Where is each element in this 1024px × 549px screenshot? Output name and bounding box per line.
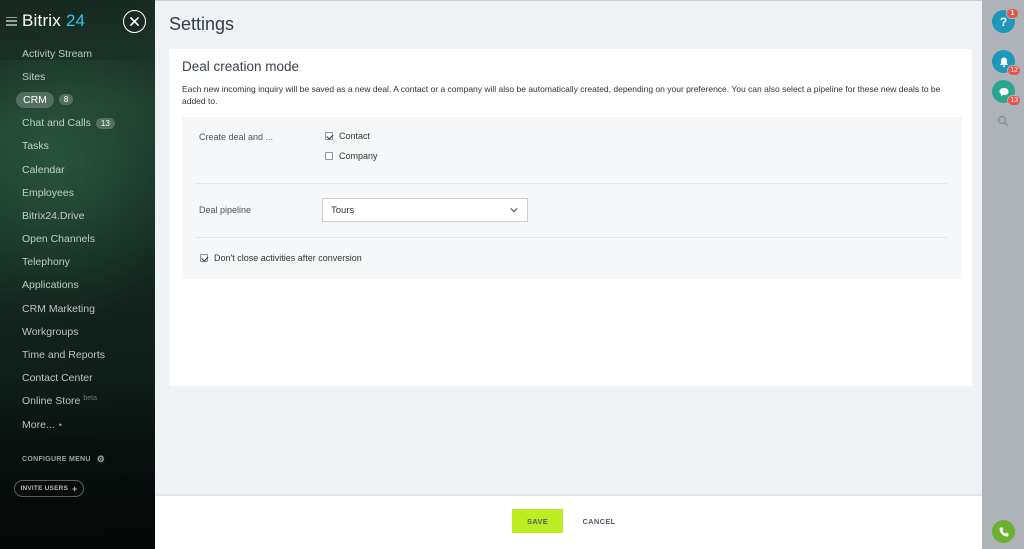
chevron-down-icon xyxy=(510,207,518,213)
beta-tag: beta xyxy=(83,394,97,402)
sidebar-item-time-and-reports[interactable]: Time and Reports xyxy=(0,343,155,366)
chat-button[interactable]: 13 xyxy=(992,80,1021,106)
save-button[interactable]: SAVE xyxy=(512,509,563,533)
sidebar-item-label: Applications xyxy=(22,279,79,292)
sidebar-item-label: Activity Stream xyxy=(22,47,93,60)
sidebar-item-label: CRM xyxy=(16,91,54,108)
plus-icon: + xyxy=(72,483,78,494)
sidebar-item-label: Time and Reports xyxy=(22,349,106,362)
help-button[interactable]: ? 1 xyxy=(992,8,1019,33)
sidebar-item-label: Employees xyxy=(22,186,74,199)
sidebar-item-open-channels[interactable]: Open Channels xyxy=(0,228,155,251)
sidebar-item-telephony[interactable]: Telephony xyxy=(0,251,155,274)
sidebar-menu: Activity Stream Sites CRM 8 Chat and Cal… xyxy=(0,42,155,436)
sidebar-item-activity-stream[interactable]: Activity Stream xyxy=(0,42,155,65)
sidebar-item-employees[interactable]: Employees xyxy=(0,181,155,204)
section-title: Deal creation mode xyxy=(182,59,300,74)
sidebar-item-contact-center[interactable]: Contact Center xyxy=(0,367,155,390)
sidebar-item-tasks[interactable]: Tasks xyxy=(0,135,155,158)
sidebar-item-label: Telephony xyxy=(22,256,70,269)
invite-users-button[interactable]: INVITE USERS + xyxy=(14,480,84,497)
invite-users-label: INVITE USERS xyxy=(20,485,69,492)
form-divider xyxy=(195,183,947,184)
form-divider xyxy=(195,237,947,238)
notifications-button[interactable]: 12 xyxy=(992,50,1021,76)
sidebar-item-online-store[interactable]: Online Store beta xyxy=(0,390,155,413)
brand-logo[interactable]: Bitrix 24 xyxy=(6,11,85,31)
dont-close-label: Don't close activities after conversion xyxy=(214,253,362,263)
sidebar-item-label: More... xyxy=(22,418,55,431)
brand-number: 24 xyxy=(65,11,85,30)
deal-pipeline-label: Deal pipeline xyxy=(199,205,252,215)
phone-icon xyxy=(999,527,1008,536)
sidebar-item-sites[interactable]: Sites xyxy=(0,65,155,88)
dont-close-checkbox[interactable] xyxy=(200,254,208,262)
menu-burger-icon[interactable] xyxy=(6,16,17,26)
footer-bar: SAVE CANCEL xyxy=(155,495,982,549)
crm-counter-badge: 8 xyxy=(58,94,74,106)
gear-icon: ⚙ xyxy=(96,454,106,464)
sidebar-item-label: Chat and Calls xyxy=(22,117,91,130)
sidebar-item-label: Bitrix24.Drive xyxy=(22,209,85,222)
sidebar-item-crm[interactable]: CRM 8 xyxy=(0,88,155,111)
close-slider-button[interactable] xyxy=(123,10,146,33)
deal-pipeline-value: Tours xyxy=(331,204,355,216)
create-deal-label: Create deal and ... xyxy=(199,132,274,142)
section-description: Each new incoming inquiry will be saved … xyxy=(182,84,941,106)
close-icon xyxy=(130,17,139,26)
notifications-badge: 12 xyxy=(1007,65,1021,76)
sidebar-item-label: Tasks xyxy=(22,140,49,153)
deal-pipeline-select[interactable]: Tours xyxy=(322,198,528,222)
brand-name: Bitrix xyxy=(22,11,61,30)
settings-panel: Settings Deal creation mode Each new inc… xyxy=(155,0,982,549)
configure-menu-label: CONFIGURE MENU xyxy=(22,456,91,463)
contact-checkbox[interactable] xyxy=(325,132,333,140)
sidebar-item-label: Sites xyxy=(22,70,46,83)
sidebar-item-label: Workgroups xyxy=(22,325,79,338)
sidebar-item-label: Open Channels xyxy=(22,233,95,246)
phone-button[interactable] xyxy=(992,520,1015,543)
sidebar-item-calendar[interactable]: Calendar xyxy=(0,158,155,181)
sidebar-item-chat-and-calls[interactable]: Chat and Calls 13 xyxy=(0,112,155,135)
sidebar-item-applications[interactable]: Applications xyxy=(0,274,155,297)
page-title: Settings xyxy=(169,14,235,34)
sidebar-item-label: Online Store xyxy=(22,395,81,408)
right-rail: ? 1 12 13 xyxy=(982,0,1024,549)
sidebar-item-crm-marketing[interactable]: CRM Marketing xyxy=(0,297,155,320)
sidebar-item-label: CRM Marketing xyxy=(22,302,95,315)
cancel-button[interactable]: CANCEL xyxy=(579,509,619,533)
contact-checkbox-label: Contact xyxy=(339,131,371,141)
sidebar-item-workgroups[interactable]: Workgroups xyxy=(0,320,155,343)
dont-close-checkbox-row[interactable]: Don't close activities after conversion xyxy=(200,253,362,263)
sidebar-item-drive[interactable]: Bitrix24.Drive xyxy=(0,204,155,227)
sidebar-item-label: Contact Center xyxy=(22,372,93,385)
chat-counter-badge: 13 xyxy=(95,117,115,129)
more-dot-icon: • xyxy=(58,419,62,430)
search-icon[interactable] xyxy=(997,115,1009,127)
left-sidebar: Bitrix 24 Activity Stream Sites CRM 8 Ch… xyxy=(0,0,155,549)
company-checkbox-row[interactable]: Company xyxy=(325,151,378,161)
contact-checkbox-row[interactable]: Contact xyxy=(325,131,370,141)
company-checkbox[interactable] xyxy=(325,152,333,160)
sidebar-item-label: Calendar xyxy=(22,163,65,176)
chat-badge: 13 xyxy=(1007,95,1021,106)
settings-card: Deal creation mode Each new incoming inq… xyxy=(169,49,972,386)
company-checkbox-label: Company xyxy=(339,151,378,161)
settings-form: Create deal and ... Contact Company Deal… xyxy=(182,117,962,279)
configure-menu-link[interactable]: CONFIGURE MENU ⚙ xyxy=(22,454,105,465)
help-badge: 1 xyxy=(1006,8,1019,19)
sidebar-item-more[interactable]: More... • xyxy=(0,413,155,436)
